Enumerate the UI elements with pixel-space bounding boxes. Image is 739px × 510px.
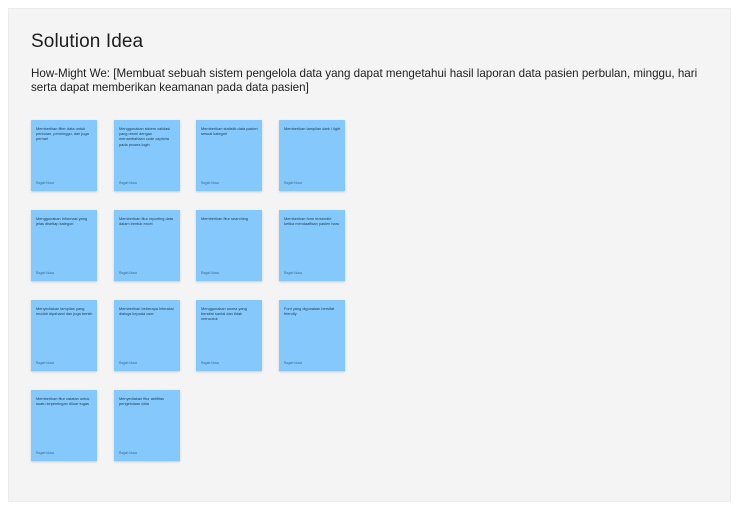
sticky-note-text: Memberikan beberapa Interaksi dialogs ke… [119, 306, 174, 317]
sticky-note[interactable]: Memberikan fitur reporting data dalam be… [114, 210, 180, 281]
sticky-note-author: Ragah Nusa [284, 361, 302, 365]
sticky-note-author: Ragah Nusa [201, 361, 219, 365]
sticky-note-author: Ragah Nusa [36, 361, 54, 365]
sticky-note-author: Ragah Nusa [36, 271, 54, 275]
sticky-note-text: Memberikan form tersendiri ketika mendaa… [284, 216, 340, 227]
sticky-note-author: Ragah Nusa [36, 181, 54, 185]
sticky-note-author: Ragah Nusa [119, 181, 137, 185]
sticky-note[interactable]: Memberikan tampilan dark / light Ragah N… [279, 120, 345, 191]
sticky-note-text: Memberikan fitur searching [201, 216, 248, 221]
sticky-note[interactable]: Memberikan beberapa Interaksi dialogs ke… [114, 300, 180, 371]
sticky-note[interactable]: Menyediakan tampilan yang mudah dipahami… [31, 300, 97, 371]
sticky-note-text: Memberikan statistik data pasien sesuai … [201, 126, 258, 137]
sticky-note-author: Ragah Nusa [119, 451, 137, 455]
sticky-note[interactable]: Memberikan filter data untuk perbulan, p… [31, 120, 97, 191]
sticky-note[interactable]: Menyediakan fitur aktifitas pengelolaan … [114, 390, 180, 461]
sticky-note-text: Menggunakan sistem validasi yang resmi d… [119, 126, 171, 147]
sticky-note-author: Ragah Nusa [201, 271, 219, 275]
sticky-note[interactable]: Menggunakan sistem validasi yang resmi d… [114, 120, 180, 191]
sticky-note-text: Menggunakan warna yang bersifat santai d… [201, 306, 247, 322]
sticky-note[interactable]: Menggunakan informasi yang jelas disetia… [31, 210, 97, 281]
page-title: Solution Idea [31, 31, 144, 52]
sticky-note-text: Menyediakan tampilan yang mudah dipahami… [36, 306, 93, 317]
sticky-note-author: Ragah Nusa [36, 451, 54, 455]
sticky-note[interactable]: Memberikan statistik data pasien sesuai … [196, 120, 262, 191]
how-might-we-statement: How-Might We: [Membuat sebuah sistem pen… [31, 67, 698, 94]
sticky-note-author: Ragah Nusa [119, 361, 137, 365]
sticky-note-text: Font yang digunakan bersifat friendly [284, 306, 335, 317]
sticky-notes-grid: Memberikan filter data untuk perbulan, p… [31, 120, 431, 480]
sticky-note[interactable]: Memberikan fitur searching Ragah Nusa [196, 210, 262, 281]
sticky-note[interactable]: Font yang digunakan bersifat friendly Ra… [279, 300, 345, 371]
sticky-note-author: Ragah Nusa [201, 181, 219, 185]
sticky-note[interactable]: Menggunakan warna yang bersifat santai d… [196, 300, 262, 371]
sticky-note[interactable]: Memberikan fitur catatan untuk suatu kep… [31, 390, 97, 461]
sticky-note-author: Ragah Nusa [284, 181, 302, 185]
sticky-note-text: Memberikan fitur catatan untuk suatu kep… [36, 396, 90, 407]
sticky-note[interactable]: Memberikan form tersendiri ketika mendaa… [279, 210, 345, 281]
sticky-note-text: Menyediakan fitur aktifitas pengelolaan … [119, 396, 164, 407]
sticky-note-author: Ragah Nusa [119, 271, 137, 275]
sticky-note-text: Memberikan fitur reporting data dalam be… [119, 216, 174, 227]
sticky-note-author: Ragah Nusa [284, 271, 302, 275]
sticky-note-text: Memberikan filter data untuk perbulan, p… [36, 126, 89, 142]
sticky-note-text: Memberikan tampilan dark / light [284, 126, 341, 131]
sticky-note-text: Menggunakan informasi yang jelas disetia… [36, 216, 88, 227]
whiteboard-frame: Solution Idea How-Might We: [Membuat seb… [8, 8, 731, 502]
